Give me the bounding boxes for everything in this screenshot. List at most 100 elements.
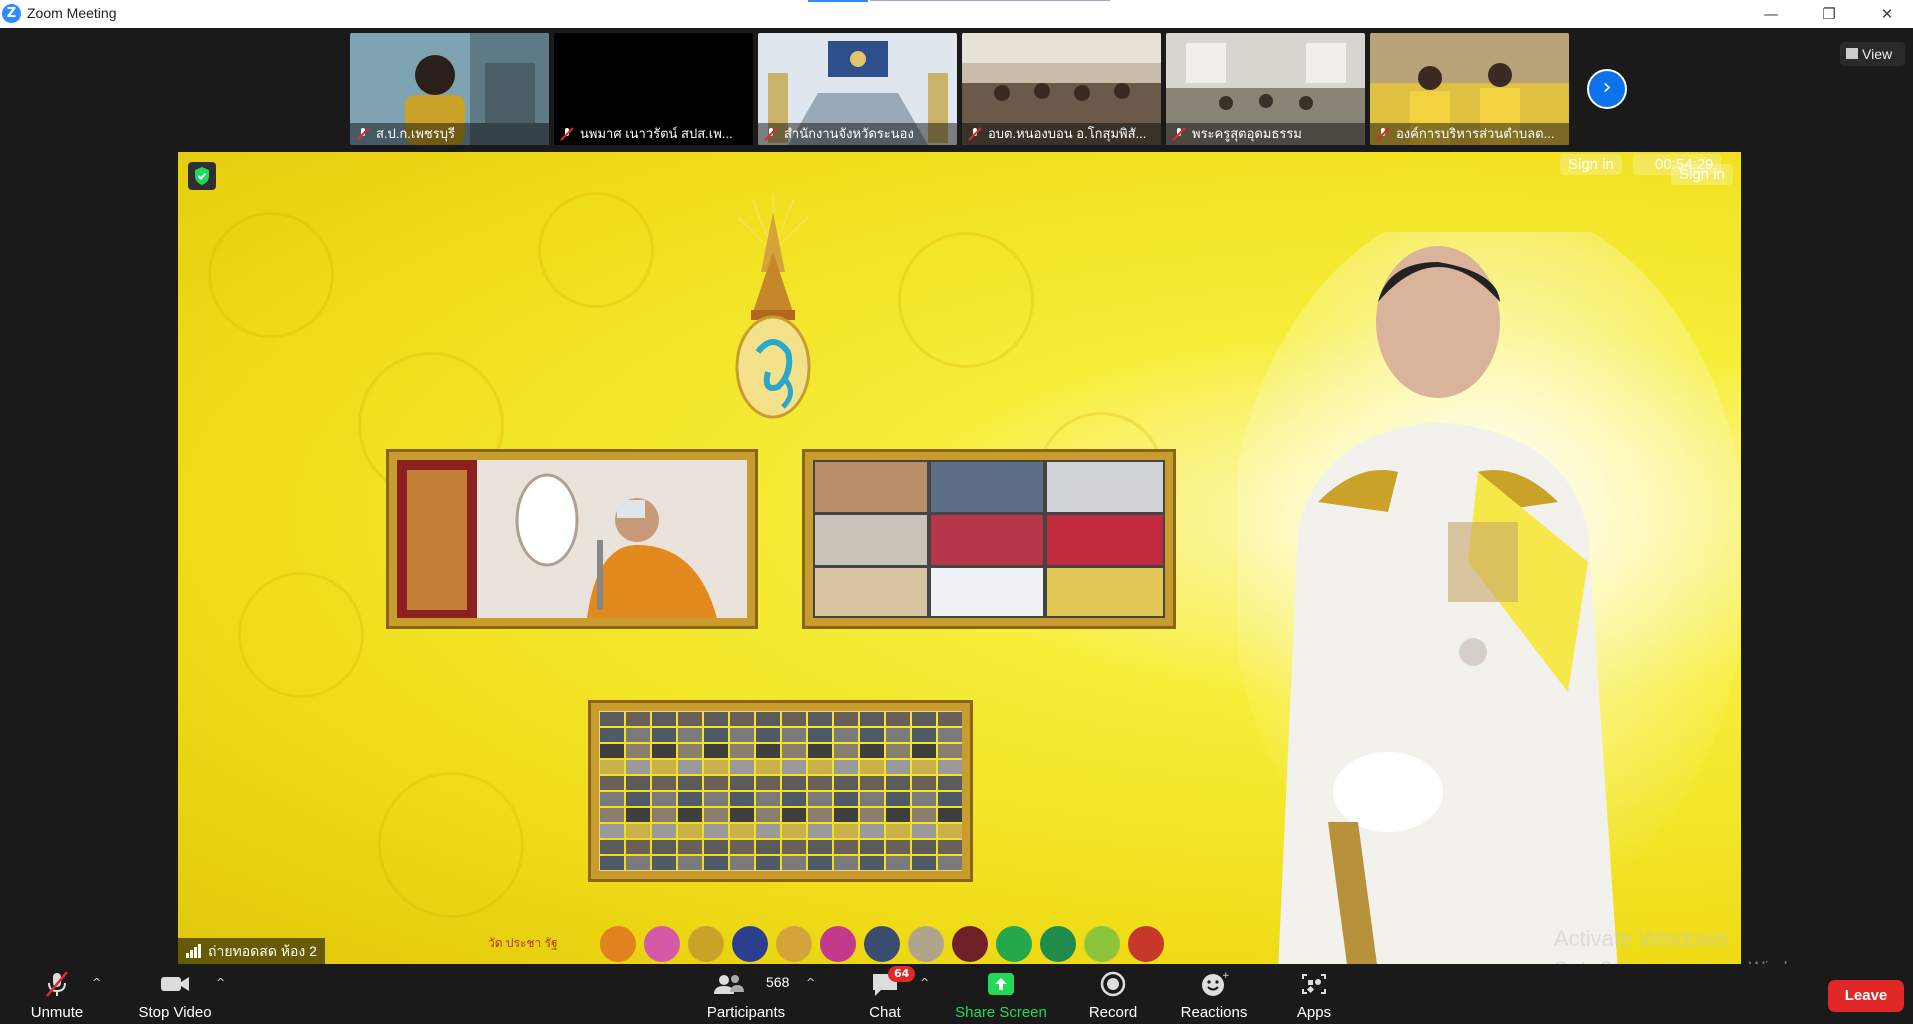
gallery-tile (834, 760, 858, 774)
gallery-tile (704, 840, 728, 854)
gallery-tile (600, 824, 624, 838)
next-page-arrow-icon[interactable]: › (1587, 69, 1627, 109)
unmute-button[interactable]: Unmute (20, 964, 94, 1024)
stop-video-button[interactable]: Stop Video (130, 964, 220, 1024)
participants-options-chevron-icon[interactable]: ^ (806, 976, 818, 989)
view-button-label: View (1862, 46, 1893, 62)
gallery-tile (756, 744, 780, 758)
video-frame-gallery (591, 703, 970, 879)
gallery-tile (886, 712, 910, 726)
partner-logo-icon (732, 926, 768, 962)
gallery-tile (886, 744, 910, 758)
gallery-tile (600, 840, 624, 854)
gallery-tile (808, 712, 832, 726)
gallery-tile (782, 760, 806, 774)
gallery-tile (704, 808, 728, 822)
chat-label: Chat (869, 1004, 901, 1021)
chat-unread-badge: 64 (888, 966, 916, 982)
gallery-tile (886, 824, 910, 838)
video-frame-rooms (805, 452, 1173, 626)
participant-name: นพมาศ เนาวรัตน์ สปส.เพ... (554, 123, 753, 145)
gallery-tile (730, 712, 754, 726)
gallery-tile (600, 776, 624, 790)
partner-logo-icon (776, 926, 812, 962)
muted-mic-icon (968, 127, 982, 141)
gallery-tile (808, 744, 832, 758)
gallery-tile (626, 728, 650, 742)
partner-logo-icon (864, 926, 900, 962)
partner-logos: วัด ประชา รัฐ (488, 924, 1358, 964)
gallery-tile (652, 856, 676, 870)
gallery-tile (704, 856, 728, 870)
gallery-tile (886, 792, 910, 806)
gallery-tile (678, 712, 702, 726)
gallery-tile (808, 824, 832, 838)
gallery-tile (834, 808, 858, 822)
audio-options-chevron-icon[interactable]: ^ (92, 976, 104, 989)
unmute-label: Unmute (30, 1004, 84, 1021)
grid-view-icon (1846, 48, 1858, 59)
gallery-tile (782, 840, 806, 854)
gallery-tile (730, 728, 754, 742)
gallery-tile (704, 744, 728, 758)
gallery-tile (600, 856, 624, 870)
participant-thumbnail[interactable]: องค์การบริหารส่วนตำบลต... (1370, 33, 1569, 145)
participant-thumbnail[interactable]: ส.ป.ก.เพชรบุรี (350, 33, 549, 145)
gallery-tile (938, 840, 962, 854)
security-shield-icon[interactable] (188, 162, 216, 190)
participant-thumbnail[interactable]: นพมาศ เนาวรัตน์ สปส.เพ... (554, 33, 753, 145)
reactions-button[interactable]: + Reactions (1176, 964, 1252, 1024)
royal-portrait (1238, 232, 1738, 964)
gallery-tile (938, 808, 962, 822)
sign-in-overlay[interactable]: Sign in (1560, 154, 1622, 175)
gallery-tile (626, 808, 650, 822)
participants-button[interactable]: Participants (700, 964, 792, 1024)
share-screen-button[interactable]: Share Screen (954, 964, 1048, 1024)
gallery-tile (626, 856, 650, 870)
gallery-tile (756, 856, 780, 870)
record-button[interactable]: Record (1080, 964, 1146, 1024)
partner-logo-icon (952, 926, 988, 962)
gallery-tile (704, 712, 728, 726)
gallery-tile (756, 792, 780, 806)
partner-logo-icon (996, 926, 1032, 962)
gallery-tile (678, 840, 702, 854)
close-button[interactable]: ✕ (1864, 0, 1910, 28)
stop-video-label: Stop Video (138, 1004, 212, 1021)
gallery-tile (912, 728, 936, 742)
view-button[interactable]: View (1840, 42, 1905, 66)
participant-thumbnail[interactable]: พระครูสุตอุดมธรรม (1166, 33, 1365, 145)
gallery-tile (704, 728, 728, 742)
partner-logo-icon (820, 926, 856, 962)
video-options-chevron-icon[interactable]: ^ (216, 976, 228, 989)
gallery-tile (886, 728, 910, 742)
meeting-toolbar: Unmute ^ Stop Video ^ Participants 568 ^… (0, 964, 1913, 1024)
minimize-button[interactable]: — (1748, 0, 1794, 28)
sign-in-overlay-2[interactable]: Sign in (1671, 164, 1733, 185)
gallery-tile (886, 760, 910, 774)
gallery-tile (600, 760, 624, 774)
gallery-tile (730, 856, 754, 870)
participant-thumbnail[interactable]: อบต.หนองบอน อ.โกสุมพิสั... (962, 33, 1161, 145)
participant-name: สำนักงานจังหวัดระนอง (758, 123, 957, 145)
partner-logo-icon (1040, 926, 1076, 962)
gallery-tile (756, 824, 780, 838)
apps-icon (1302, 974, 1326, 994)
apps-button[interactable]: Apps (1286, 964, 1342, 1024)
participant-count: 568 (766, 974, 790, 990)
gallery-tile (834, 712, 858, 726)
restore-button[interactable]: ❐ (1806, 0, 1852, 28)
muted-microphone-icon (46, 971, 68, 997)
gallery-tile (938, 776, 962, 790)
title-accent-line (870, 0, 1110, 1)
leave-button[interactable]: Leave (1828, 980, 1904, 1012)
gallery-tile (860, 760, 884, 774)
gallery-tile (730, 824, 754, 838)
gallery-tile (886, 776, 910, 790)
gallery-tile (600, 792, 624, 806)
gallery-tile (808, 808, 832, 822)
gallery-tile (678, 856, 702, 870)
gallery-tile (626, 760, 650, 774)
chat-options-chevron-icon[interactable]: ^ (920, 976, 932, 989)
participant-thumbnail[interactable]: สำนักงานจังหวัดระนอง (758, 33, 957, 145)
